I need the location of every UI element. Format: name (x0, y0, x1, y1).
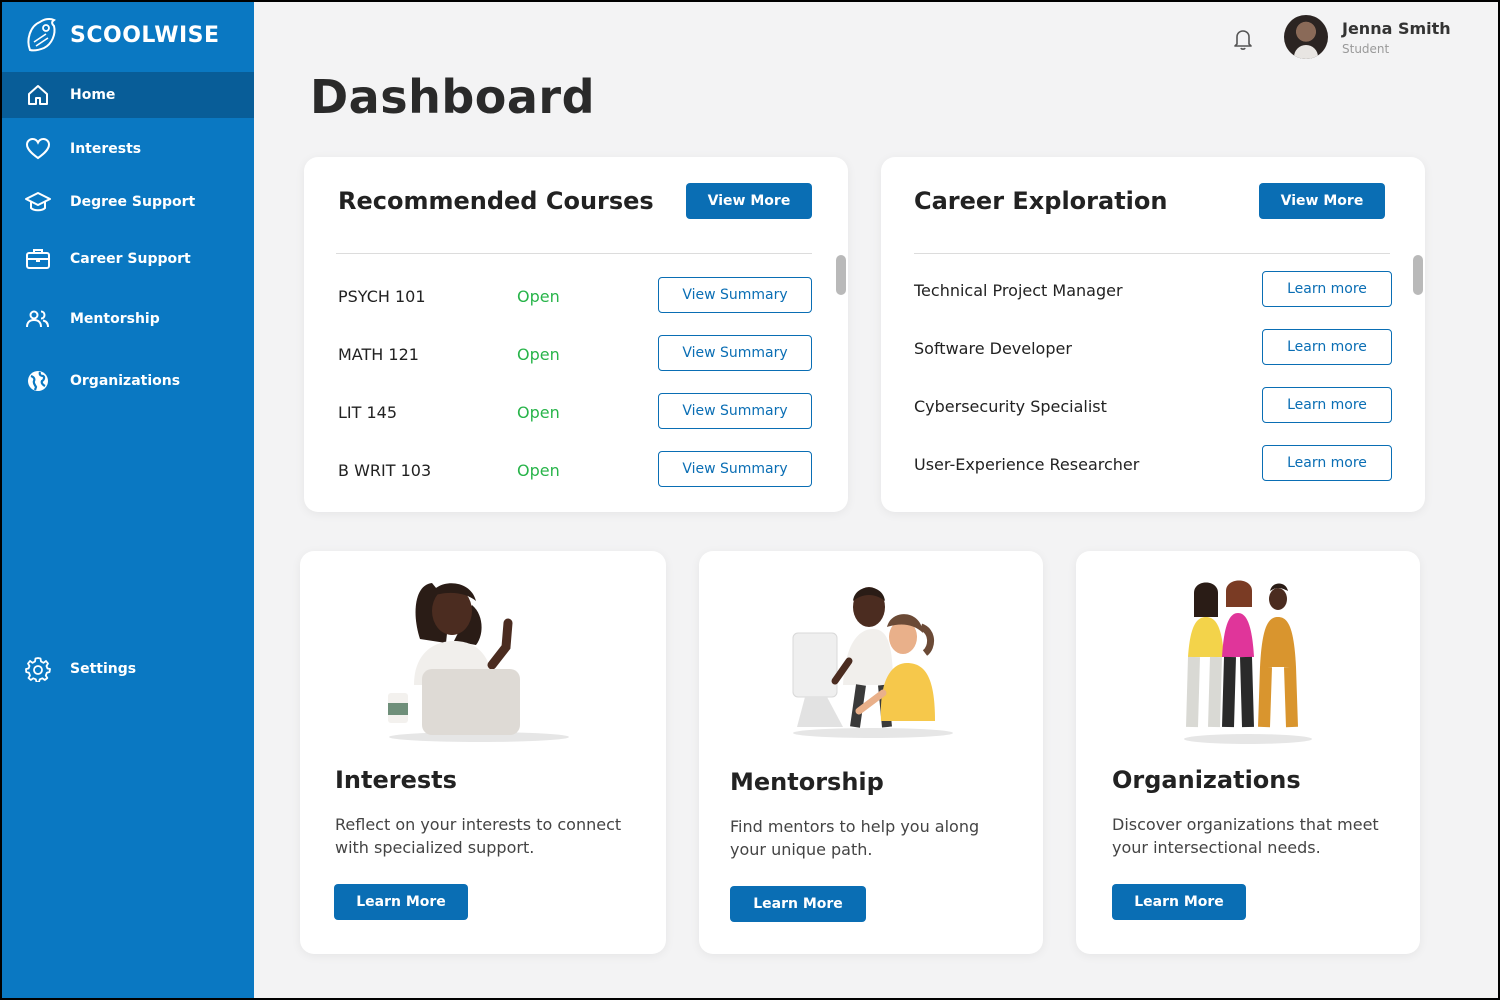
learn-more-button[interactable]: Learn more (1262, 387, 1392, 423)
feature-description: Reflect on your interests to connect wit… (335, 815, 622, 857)
course-code: PSYCH 101 (338, 287, 426, 306)
course-status: Open (517, 403, 560, 422)
organizations-learn-more-button[interactable]: Learn More (1112, 884, 1246, 920)
view-summary-button[interactable]: View Summary (658, 393, 812, 429)
learn-more-button[interactable]: Learn more (1262, 271, 1392, 307)
bell-icon[interactable] (1230, 26, 1256, 52)
sidebar: SCOOLWISE Home Interests Degree Support (2, 2, 254, 998)
sidebar-item-label: Interests (70, 141, 142, 157)
course-status: Open (517, 287, 560, 306)
course-code: LIT 145 (338, 403, 398, 422)
globe-icon (24, 367, 52, 395)
career-name: Technical Project Manager (914, 281, 1123, 300)
scrollbar[interactable] (1413, 255, 1423, 295)
interests-feature-card: Interests Reflect on your interests to c… (300, 551, 666, 954)
card-title: Recommended Courses (338, 187, 654, 215)
feature-title: Interests (335, 766, 457, 794)
user-name: Jenna Smith (1342, 19, 1451, 38)
sidebar-item-label: Career Support (70, 251, 191, 267)
sidebar-item-label: Organizations (70, 373, 181, 389)
view-more-careers-button[interactable]: View More (1259, 183, 1385, 219)
sidebar-item-label: Home (70, 87, 116, 103)
view-more-courses-button[interactable]: View More (686, 183, 812, 219)
learn-more-button[interactable]: Learn more (1262, 445, 1392, 481)
career-name: Cybersecurity Specialist (914, 397, 1107, 416)
group-of-people-illustration (1184, 580, 1312, 744)
course-status: Open (517, 461, 560, 480)
sidebar-item-career-support[interactable]: Career Support (2, 236, 254, 282)
sidebar-item-mentorship[interactable]: Mentorship (2, 296, 254, 342)
owl-logo-icon (27, 17, 56, 52)
divider (914, 253, 1390, 254)
interests-learn-more-button[interactable]: Learn More (334, 884, 468, 920)
sidebar-item-label: Settings (70, 661, 137, 677)
mentor-computer-illustration (792, 587, 953, 738)
graduation-cap-icon (24, 188, 52, 216)
avatar[interactable] (1284, 15, 1328, 59)
view-summary-button[interactable]: View Summary (658, 277, 812, 313)
sidebar-item-label: Degree Support (70, 194, 196, 210)
learn-more-button[interactable]: Learn more (1262, 329, 1392, 365)
mentorship-learn-more-button[interactable]: Learn More (730, 886, 866, 922)
course-code: MATH 121 (338, 345, 419, 364)
feature-description: Discover organizations that meet your in… (1112, 815, 1379, 857)
people-icon (24, 305, 52, 333)
page-title: Dashboard (310, 70, 596, 124)
career-exploration-card: Career Exploration View More Technical P… (881, 157, 1425, 512)
feature-title: Organizations (1112, 766, 1301, 794)
sidebar-item-degree-support[interactable]: Degree Support (2, 179, 254, 225)
sidebar-item-settings[interactable]: Settings (2, 646, 254, 692)
sidebar-item-home[interactable]: Home (2, 72, 254, 118)
briefcase-icon (24, 245, 52, 273)
home-icon (24, 81, 52, 109)
gear-icon (24, 655, 52, 683)
app-window: SCOOLWISE Home Interests Degree Support (2, 2, 1498, 998)
course-status: Open (517, 345, 560, 364)
career-name: Software Developer (914, 339, 1072, 358)
card-title: Career Exploration (914, 187, 1168, 215)
mentorship-feature-card: Mentorship Find mentors to help you alon… (699, 551, 1043, 954)
student-laptop-illustration (388, 583, 569, 742)
organizations-feature-card: Organizations Discover organizations tha… (1076, 551, 1420, 954)
sidebar-item-interests[interactable]: Interests (2, 126, 254, 172)
heart-icon (24, 135, 52, 163)
logo[interactable]: SCOOLWISE (24, 16, 220, 54)
course-code: B WRIT 103 (338, 461, 432, 480)
scrollbar[interactable] (836, 255, 846, 295)
feature-description: Find mentors to help you along your uniq… (730, 817, 980, 859)
sidebar-item-label: Mentorship (70, 311, 160, 327)
career-name: User-Experience Researcher (914, 455, 1140, 474)
feature-title: Mentorship (730, 768, 884, 796)
recommended-courses-card: Recommended Courses View More PSYCH 101 … (304, 157, 848, 512)
view-summary-button[interactable]: View Summary (658, 335, 812, 371)
sidebar-item-organizations[interactable]: Organizations (2, 358, 254, 404)
divider (336, 253, 812, 254)
view-summary-button[interactable]: View Summary (658, 451, 812, 487)
user-role: Student (1342, 42, 1390, 56)
app-name: SCOOLWISE (70, 22, 220, 48)
